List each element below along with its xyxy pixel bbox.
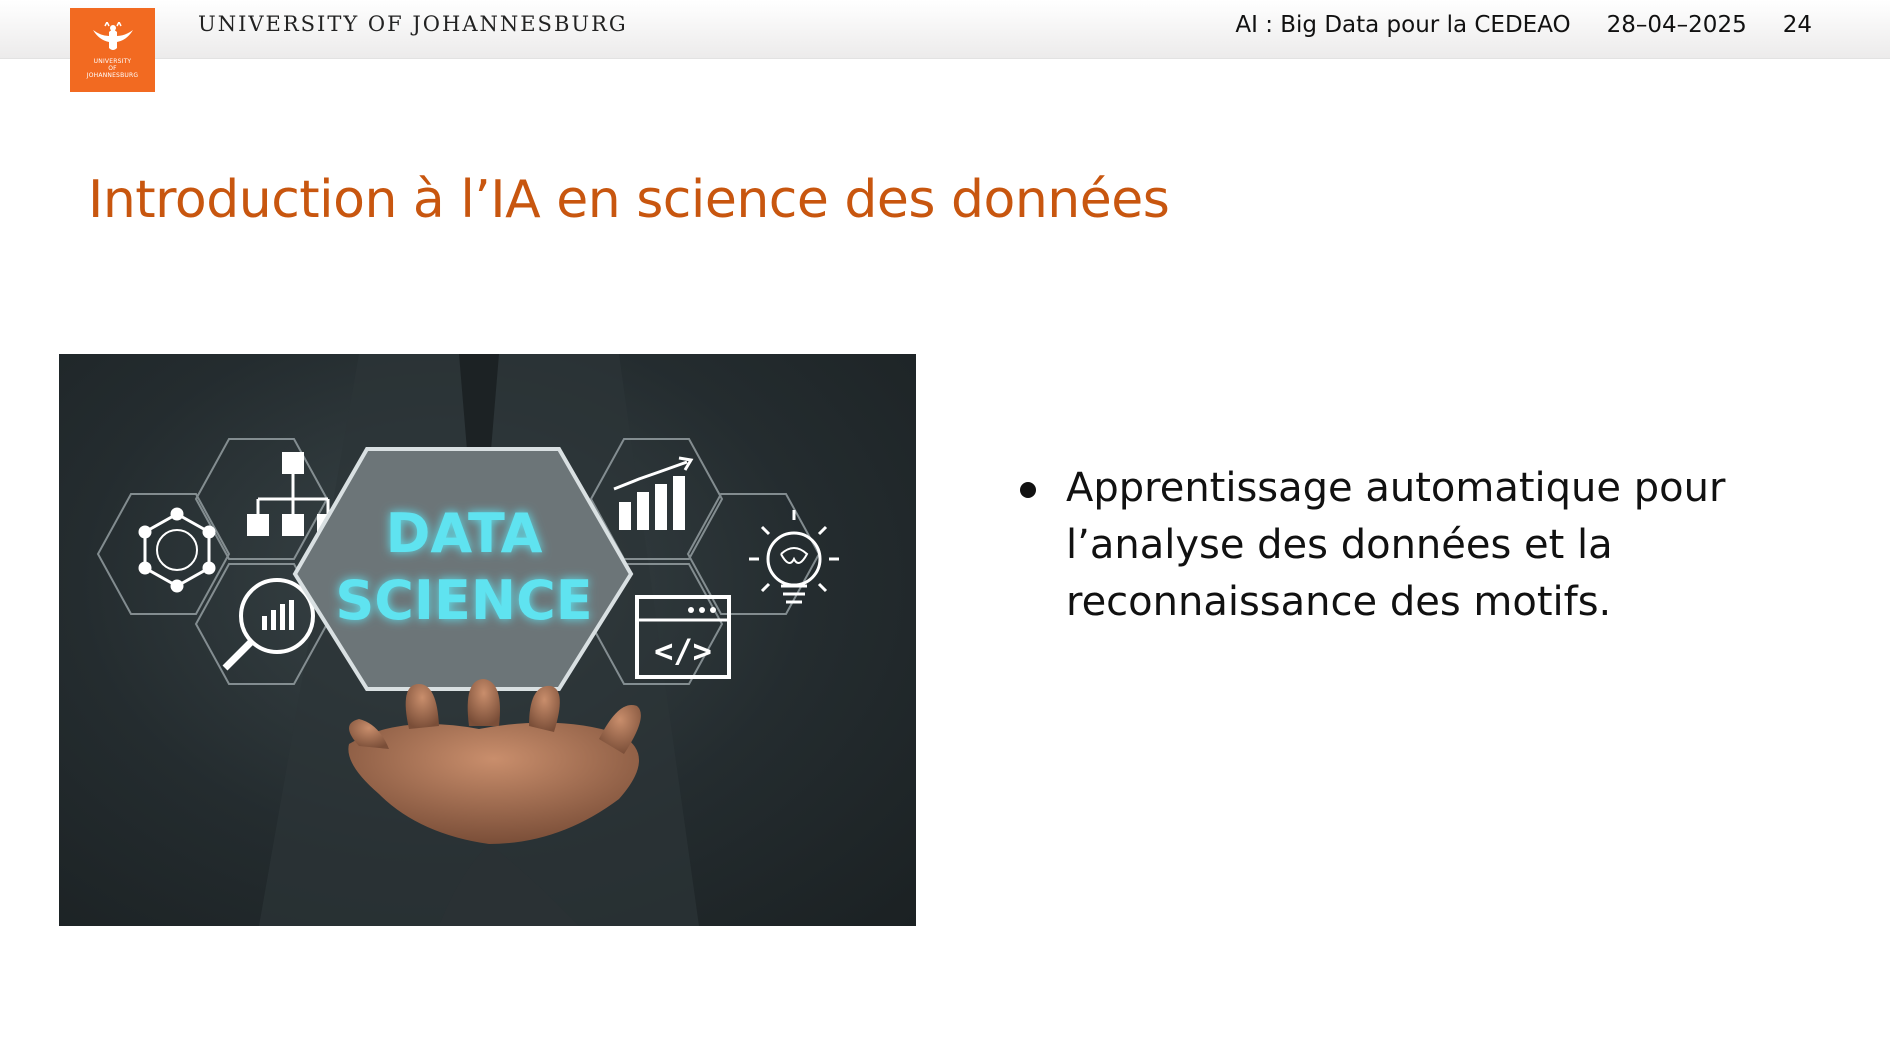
data-label: DATA <box>386 502 543 565</box>
code-symbol: </> <box>654 632 712 670</box>
data-science-image: DATA SCIENCE </> <box>59 354 916 926</box>
bullet-text: Apprentissage automatique pour l’analyse… <box>1066 465 1726 625</box>
course-title: AI : Big Data pour la CEDEAO <box>1235 12 1571 38</box>
logo-text: UNIVERSITY OF JOHANNESBURG <box>86 57 139 79</box>
page-number: 24 <box>1782 12 1812 38</box>
slide: UNIVERSITY OF JOHANNESBURG AI : Big Data… <box>0 0 1890 1063</box>
institution-name: UNIVERSITY OF JOHANNESBURG <box>198 12 628 36</box>
presentation-date: 28–04–2025 <box>1606 12 1747 38</box>
university-logo: UNIVERSITY OF JOHANNESBURG <box>70 8 155 92</box>
data-science-hexagon: DATA SCIENCE <box>292 447 634 691</box>
header-bar: UNIVERSITY OF JOHANNESBURG AI : Big Data… <box>0 0 1890 59</box>
network-icon <box>138 507 216 593</box>
coat-of-arms-icon <box>92 21 133 50</box>
bullet-dot-icon <box>1020 482 1036 498</box>
search-chart-icon <box>222 578 315 671</box>
bullet-item: Apprentissage automatique pour l’analyse… <box>1016 460 1756 631</box>
slide-title: Introduction à l’IA en science des donné… <box>88 170 1170 230</box>
science-label: SCIENCE <box>335 569 592 632</box>
lightbulb-icon <box>749 510 839 604</box>
header-info: AI : Big Data pour la CEDEAO 28–04–2025 … <box>1235 12 1812 38</box>
bullet-list: Apprentissage automatique pour l’analyse… <box>1016 460 1756 631</box>
